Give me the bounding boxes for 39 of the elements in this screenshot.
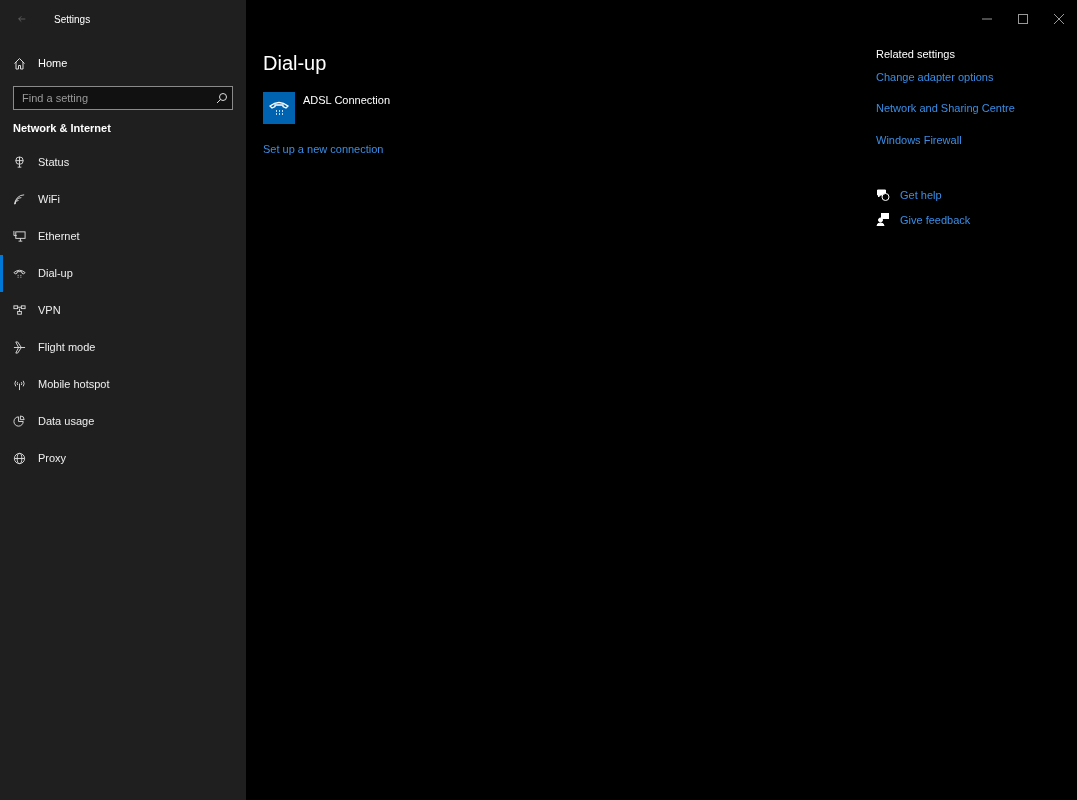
related-link[interactable]: Change adapter options (876, 68, 1060, 85)
back-arrow-icon (18, 14, 26, 24)
nav-item[interactable]: Flight mode (0, 329, 246, 366)
globe-monitor-icon (13, 156, 26, 169)
nav-item[interactable]: Status (0, 144, 246, 181)
airplane-icon (13, 341, 26, 354)
phone-icon (13, 267, 26, 280)
pie-chart-icon (13, 415, 26, 428)
nav-item[interactable]: Ethernet (0, 218, 246, 255)
nav-item[interactable]: VPN (0, 292, 246, 329)
person-chat-icon (876, 213, 890, 227)
page-heading: Dial-up (263, 51, 328, 76)
globe-icon (13, 452, 26, 465)
related-link[interactable]: Windows Firewall (876, 131, 1060, 148)
section-heading: Network & Internet (12, 121, 112, 136)
home-icon (13, 56, 26, 70)
nav-item[interactable]: Mobile hotspot (0, 366, 246, 403)
connection-name: ADSL Connection (303, 93, 391, 108)
help-link[interactable]: Give feedback (900, 211, 971, 228)
wifi-icon (13, 193, 26, 206)
antenna-icon (13, 378, 26, 391)
home-nav-item[interactable]: Home (0, 46, 246, 80)
nav-item[interactable]: WiFi (0, 181, 246, 218)
monitor-icon (13, 230, 26, 243)
maximize-icon (1018, 14, 1028, 24)
related-settings-heading: Related settings (876, 47, 956, 62)
search-icon (216, 92, 228, 104)
chat-bubbles-icon (876, 188, 890, 202)
window-title: Settings (54, 12, 91, 27)
help-link[interactable]: Get help (900, 187, 942, 204)
close-icon (1054, 14, 1064, 24)
nav-item[interactable]: Dial-up (0, 255, 246, 292)
setup-connection-link[interactable]: Set up a new connection (263, 142, 384, 155)
search-field[interactable]: Find a setting (13, 86, 233, 110)
nav-item[interactable]: Data usage (0, 403, 246, 440)
nav-item[interactable]: Proxy (0, 440, 246, 477)
connection-tile-icon (263, 92, 295, 124)
vpn-icon (13, 304, 26, 317)
related-link[interactable]: Network and Sharing Centre (876, 100, 1060, 117)
